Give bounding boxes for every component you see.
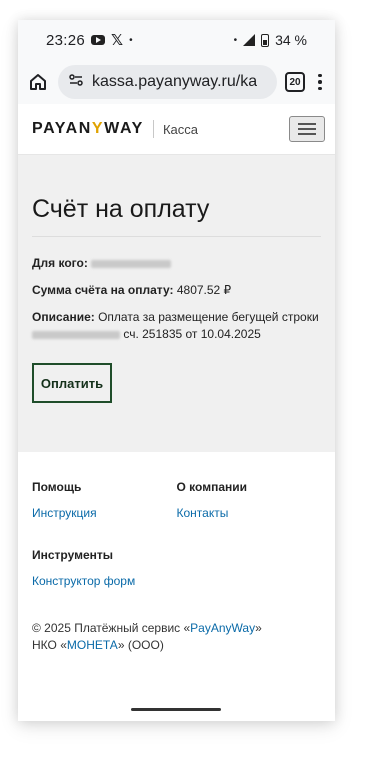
copyright-prefix: © 2025 Платёжный сервис « <box>32 621 191 635</box>
x-icon: 𝕏 <box>111 32 124 49</box>
amount-label: Сумма счёта на оплату: <box>32 283 174 297</box>
status-right: • 34 % <box>234 32 307 48</box>
url-text[interactable]: kassa.payanyway.ru/ka <box>92 73 257 91</box>
site-settings-icon[interactable] <box>68 72 84 93</box>
redacted-recipient <box>91 259 172 268</box>
pay-button[interactable]: Оплатить <box>32 363 112 403</box>
description-row: Описание: Оплата за размещение бегущей с… <box>32 309 321 343</box>
footer: Помощь Инструкция О компании Контакты Ин… <box>18 452 335 654</box>
site-header: PAYANYWAY Касса <box>18 104 335 155</box>
phone-screen: 23:26 𝕏 • • 34 % kassa.payanyway.ru/ka 2… <box>18 20 335 721</box>
home-icon[interactable] <box>26 70 50 94</box>
status-left: 23:26 𝕏 • <box>46 31 133 50</box>
battery-icon <box>261 33 270 47</box>
section-name: Касса <box>162 121 198 137</box>
company-title: О компании <box>176 480 248 494</box>
description-line-2: сч. 251835 от 10.04.2025 <box>123 327 261 341</box>
description-line-1: Оплата за размещение бегущей строки <box>98 310 319 324</box>
payanyway-logo[interactable]: PAYANYWAY <box>32 120 144 138</box>
youtube-icon <box>91 35 106 45</box>
help-column: Помощь Инструкция <box>32 480 177 520</box>
instruction-link[interactable]: Инструкция <box>32 506 177 520</box>
invoice-section: Счёт на оплату Для кого: Сумма счёта на … <box>18 155 335 452</box>
page-title: Счёт на оплату <box>32 195 321 237</box>
recipient-row: Для кого: <box>32 255 321 272</box>
status-dot: • <box>233 34 238 46</box>
logo-text-y: Y <box>91 120 105 137</box>
logo-text-2: WAY <box>104 120 144 137</box>
recipient-label: Для кого: <box>32 256 88 270</box>
hamburger-menu-button[interactable] <box>289 116 325 142</box>
form-builder-link[interactable]: Конструктор форм <box>32 574 321 588</box>
header-divider <box>152 120 154 138</box>
browser-menu-icon[interactable] <box>313 73 327 91</box>
amount-row: Сумма счёта на оплату: 4807.52 ₽ <box>32 282 321 299</box>
status-bar: 23:26 𝕏 • • 34 % <box>18 20 335 60</box>
gesture-bar[interactable] <box>131 708 221 711</box>
address-bar[interactable]: kassa.payanyway.ru/ka <box>58 65 277 99</box>
amount-value: 4807.52 ₽ <box>176 283 232 297</box>
moneta-link[interactable]: МОНЕТА <box>67 638 118 652</box>
nko-suffix: » (ООО) <box>117 638 164 652</box>
logo-text-1: PAYAN <box>32 120 92 137</box>
notification-dot: • <box>129 34 133 46</box>
browser-toolbar: kassa.payanyway.ru/ka 20 <box>18 60 335 104</box>
nko-prefix: НКО « <box>32 638 67 652</box>
contacts-link[interactable]: Контакты <box>177 506 322 520</box>
tools-section: Инструменты Конструктор форм <box>32 548 321 588</box>
footer-columns: Помощь Инструкция О компании Контакты <box>32 480 321 520</box>
tools-title: Инструменты <box>32 548 114 562</box>
company-column: О компании Контакты <box>177 480 322 520</box>
help-title: Помощь <box>32 480 82 494</box>
copyright: © 2025 Платёжный сервис «PayAnyWay» НКО … <box>32 620 321 654</box>
payanyway-link[interactable]: PayAnyWay <box>190 621 255 635</box>
battery-percent: 34 % <box>275 32 307 48</box>
copyright-suffix: » <box>255 621 262 635</box>
redacted-description <box>32 330 120 339</box>
status-time: 23:26 <box>46 31 86 49</box>
tab-count-button[interactable]: 20 <box>285 72 305 92</box>
description-label: Описание: <box>32 310 95 324</box>
signal-icon <box>243 34 256 46</box>
